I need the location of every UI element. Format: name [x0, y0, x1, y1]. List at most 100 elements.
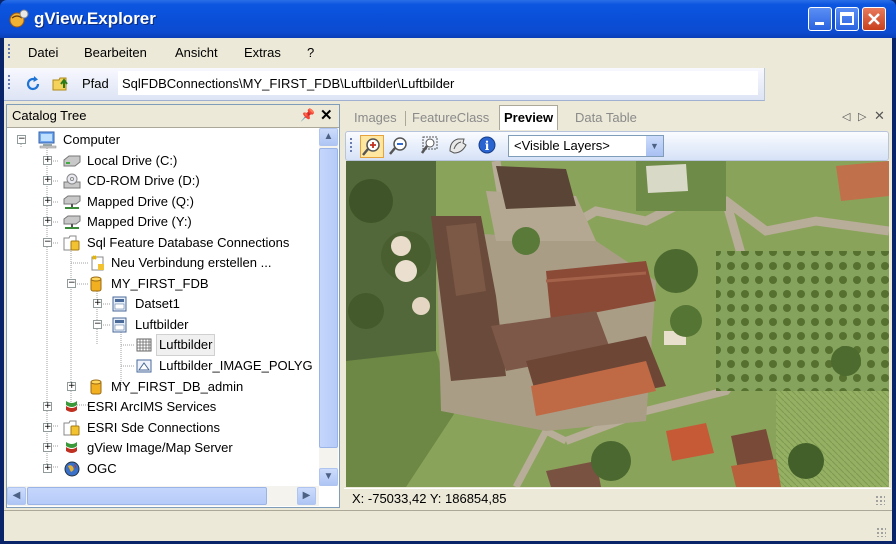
collapse-icon[interactable]: −	[67, 279, 76, 288]
tree-item-label: Luftbilder	[135, 317, 189, 332]
pin-icon[interactable]: 📌	[300, 108, 315, 122]
refresh-icon[interactable]	[24, 75, 42, 93]
tab-images[interactable]: Images	[350, 107, 401, 129]
menubar-grip[interactable]	[8, 44, 11, 60]
map-toolbar: i <Visible Layers> ▼	[345, 131, 889, 161]
expand-icon[interactable]: +	[67, 382, 76, 391]
tree-item-label: Computer	[63, 132, 121, 147]
status-bar	[4, 510, 892, 541]
app-window: gView.Explorer Datei Bearbeiten Ansicht …	[0, 0, 896, 544]
tree-item-new-connection[interactable]: Neu Verbindung erstellen ...	[7, 253, 318, 273]
map-toolbar-grip[interactable]	[350, 138, 353, 154]
tree-item-luftbilder-raster[interactable]: Luftbilder	[7, 334, 318, 356]
zoom-extent-tool[interactable]	[418, 135, 442, 158]
tree-item-local-drive[interactable]: + Local Drive (C:)	[7, 151, 318, 171]
network-drive-icon	[63, 195, 81, 209]
scroll-down-button[interactable]: ▼	[319, 468, 338, 486]
identify-tool[interactable]: i	[476, 135, 500, 158]
tree-horizontal-scrollbar[interactable]: ◀ ▶	[7, 486, 319, 506]
visible-layers-select[interactable]: <Visible Layers> ▼	[508, 135, 664, 157]
zoom-out-tool[interactable]	[388, 135, 412, 158]
tree-item-luftbilder-image-polygons[interactable]: Luftbilder_IMAGE_POLYG	[7, 356, 318, 376]
tree-item-label: MY_FIRST_FDB	[111, 276, 209, 291]
tree-item-label: Datset1	[135, 296, 180, 311]
expand-icon[interactable]: +	[43, 217, 52, 226]
expand-icon[interactable]: +	[43, 423, 52, 432]
ogc-globe-icon	[64, 461, 80, 477]
minimize-button[interactable]	[808, 7, 832, 31]
map-status-bar: X: -75033,42 Y: 186854,85	[344, 488, 891, 509]
tab-scroll-left-icon[interactable]: ◁	[842, 110, 850, 123]
tree-item-datset1[interactable]: + Datset1	[7, 294, 318, 314]
tab-preview[interactable]: Preview	[499, 105, 559, 130]
tab-featureclass[interactable]: FeatureClass	[408, 107, 493, 129]
menu-extras[interactable]: Extras	[244, 45, 281, 60]
client-area: Datei Bearbeiten Ansicht Extras ? Pfad S…	[4, 38, 892, 541]
scroll-right-button[interactable]: ▶	[297, 487, 316, 505]
tree-item-luftbilder-dataset[interactable]: − Luftbilder	[7, 315, 318, 335]
tree-item-label: MY_FIRST_DB_admin	[111, 379, 244, 394]
tab-scroll-right-icon[interactable]: ▷	[858, 110, 866, 123]
new-connection-icon	[91, 255, 104, 271]
scroll-thumb[interactable]	[27, 487, 267, 505]
tree-item-cdrom-drive[interactable]: + CD-ROM Drive (D:)	[7, 171, 318, 191]
map-preview[interactable]	[346, 161, 889, 487]
menu-datei[interactable]: Datei	[28, 45, 58, 60]
tree-item-ogc[interactable]: + OGC	[7, 459, 318, 479]
tree-item-mapped-drive-y[interactable]: + Mapped Drive (Y:)	[7, 212, 318, 232]
tree-item-label: Mapped Drive (Y:)	[87, 214, 192, 229]
tab-data-table[interactable]: Data Table	[571, 107, 641, 129]
catalog-close-button[interactable]: ✕	[320, 106, 333, 124]
tree-item-label: Mapped Drive (Q:)	[87, 194, 194, 209]
menu-ansicht[interactable]: Ansicht	[175, 45, 218, 60]
zoom-extent-icon	[420, 136, 438, 154]
close-button[interactable]	[862, 7, 886, 31]
zoom-in-tool[interactable]	[360, 135, 384, 158]
expand-icon[interactable]: +	[43, 402, 52, 411]
scroll-up-button[interactable]: ▲	[319, 128, 338, 146]
tree-item-my-first-fdb[interactable]: − MY_FIRST_FDB	[7, 274, 318, 294]
scroll-left-button[interactable]: ◀	[7, 487, 26, 505]
resize-grip-icon[interactable]	[875, 495, 885, 505]
tree-item-esri-sde[interactable]: + ESRI Sde Connections	[7, 418, 318, 438]
tree-item-mapped-drive-q[interactable]: + Mapped Drive (Q:)	[7, 192, 318, 212]
menu-bar: Datei Bearbeiten Ansicht Extras ?	[4, 38, 892, 66]
tree-item-label: CD-ROM Drive (D:)	[87, 173, 200, 188]
tree-item-esri-arcims[interactable]: + ESRI ArcIMS Services	[7, 397, 318, 417]
path-label: Pfad	[82, 76, 109, 91]
tree-item-sql-connections[interactable]: − Sql Feature Database Connections	[7, 233, 318, 253]
tree-item-gview-server[interactable]: + gView Image/Map Server	[7, 438, 318, 458]
expand-icon[interactable]: +	[93, 299, 102, 308]
chevron-down-icon[interactable]: ▼	[646, 136, 663, 156]
menu-bearbeiten[interactable]: Bearbeiten	[84, 45, 147, 60]
resize-grip-icon[interactable]	[876, 527, 886, 537]
tab-strip: Images FeatureClass Preview Data Table ◁…	[344, 104, 891, 130]
expand-icon[interactable]: +	[43, 176, 52, 185]
tree-item-label: Sql Feature Database Connections	[87, 235, 290, 250]
database-icon	[90, 379, 102, 395]
tree-item-computer[interactable]: − Computer	[7, 130, 318, 150]
tree-vertical-scrollbar[interactable]: ▲ ▼	[319, 128, 338, 486]
minimize-icon	[815, 22, 824, 25]
tab-close-icon[interactable]: ✕	[874, 108, 885, 124]
collapse-icon[interactable]: −	[17, 135, 26, 144]
maximize-button[interactable]	[835, 7, 859, 31]
folder-up-icon[interactable]	[52, 75, 72, 93]
expand-icon[interactable]: +	[43, 156, 52, 165]
expand-icon[interactable]: +	[43, 197, 52, 206]
pathbar-grip[interactable]	[8, 75, 11, 91]
menu-help[interactable]: ?	[307, 45, 314, 60]
collapse-icon[interactable]: −	[93, 320, 102, 329]
tree-item-my-first-db-admin[interactable]: + MY_FIRST_DB_admin	[7, 377, 318, 397]
maximize-icon	[840, 12, 854, 25]
title-bar[interactable]: gView.Explorer	[0, 0, 896, 38]
expand-icon[interactable]: +	[43, 443, 52, 452]
catalog-header: Catalog Tree 📌 ✕	[7, 105, 339, 128]
tree-item-label: OGC	[87, 461, 117, 476]
coordinate-readout: X: -75033,42 Y: 186854,85	[352, 491, 507, 506]
pan-tool[interactable]	[446, 135, 470, 158]
expand-icon[interactable]: +	[43, 464, 52, 473]
collapse-icon[interactable]: −	[43, 238, 52, 247]
path-field[interactable]: SqlFDBConnections\MY_FIRST_FDB\Luftbilde…	[118, 71, 758, 95]
scroll-thumb[interactable]	[319, 148, 338, 448]
